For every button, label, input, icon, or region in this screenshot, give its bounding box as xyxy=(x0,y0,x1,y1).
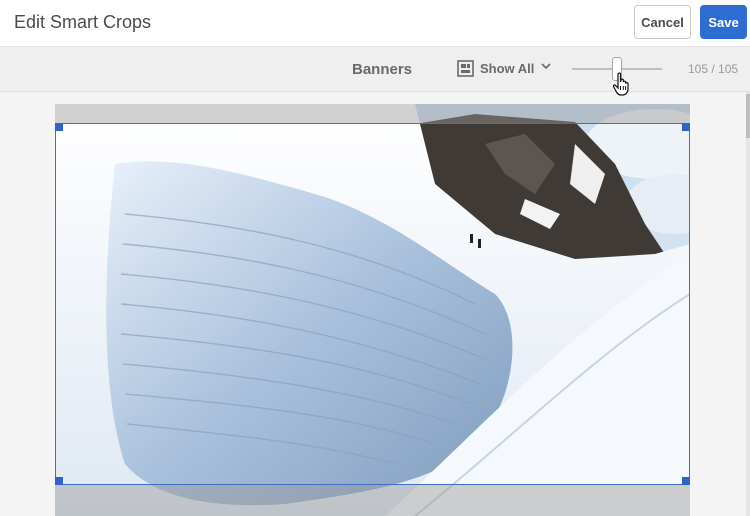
crop-toolbar: Banners Show All 105 / 105 xyxy=(0,47,750,92)
show-all-dropdown[interactable]: Show All xyxy=(480,61,534,76)
scrollbar-thumb[interactable] xyxy=(746,94,750,138)
crop-name-label: Banners xyxy=(352,61,413,78)
grid-view-icon[interactable] xyxy=(457,60,474,77)
crop-handle-bottom-left[interactable] xyxy=(55,477,63,485)
save-button[interactable]: Save xyxy=(700,5,747,39)
cancel-button[interactable]: Cancel xyxy=(634,5,691,39)
smart-crop-box[interactable] xyxy=(55,123,690,485)
crop-counter: 105 / 105 xyxy=(688,62,739,76)
hand-pointer-icon xyxy=(612,72,629,96)
scrollbar-track[interactable] xyxy=(746,92,750,516)
crop-handle-top-right[interactable] xyxy=(682,123,690,131)
crop-handle-bottom-right[interactable] xyxy=(682,477,690,485)
header-bar: Edit Smart Crops Cancel Save xyxy=(0,0,750,47)
crop-handle-top-left[interactable] xyxy=(55,123,63,131)
chevron-down-icon[interactable] xyxy=(541,61,551,71)
page-title: Edit Smart Crops xyxy=(14,12,152,32)
